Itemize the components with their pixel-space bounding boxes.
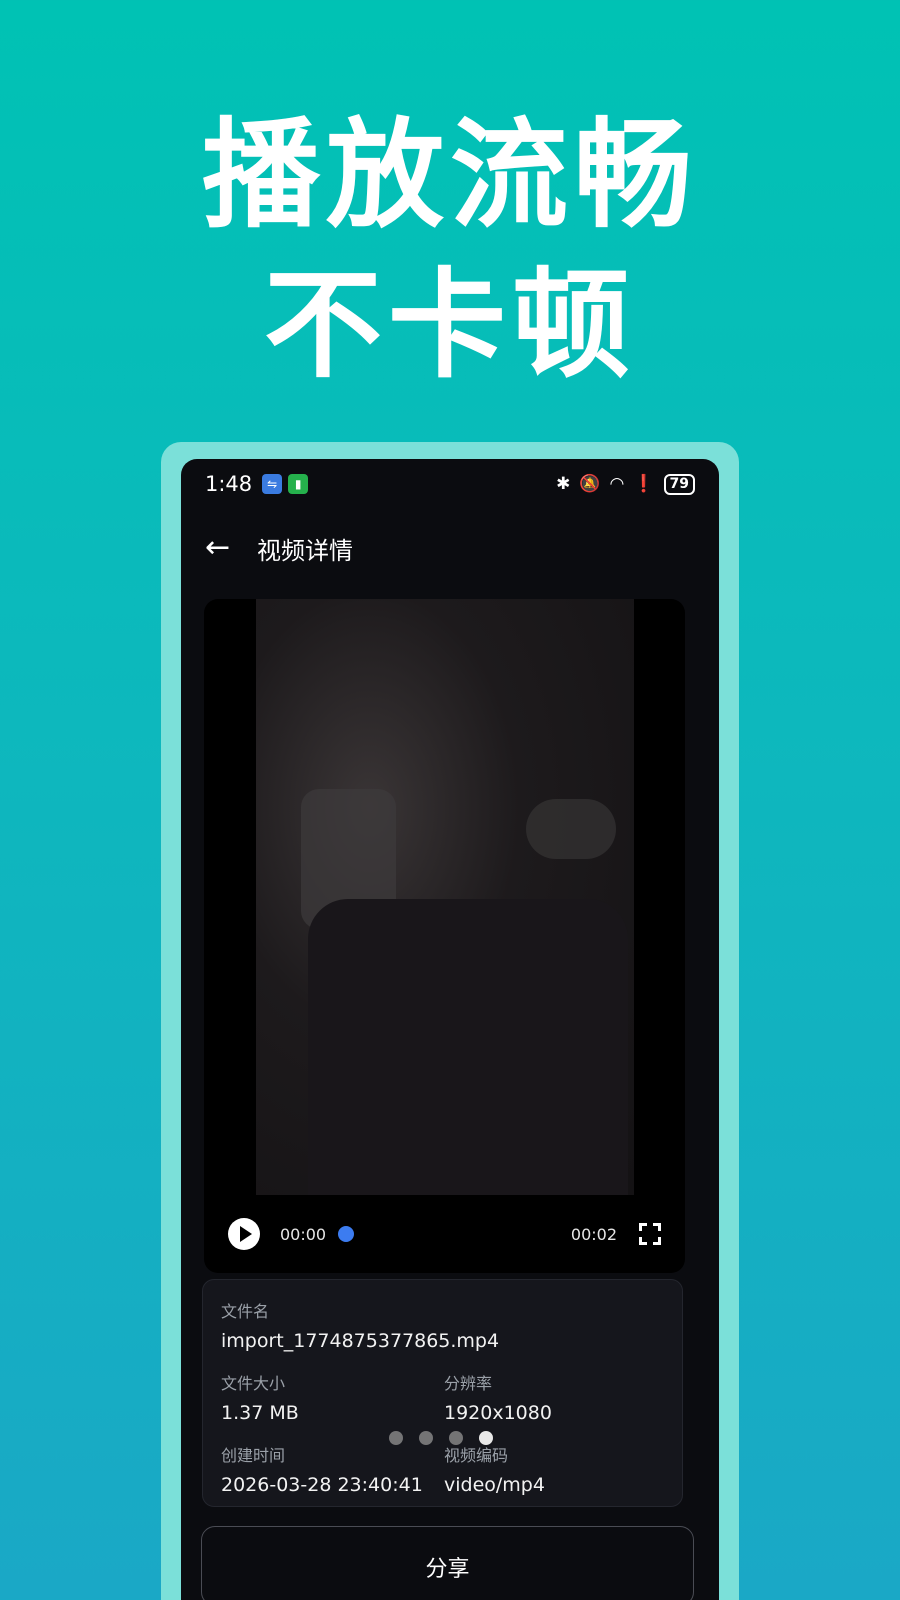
page-dot[interactable] [479,1431,493,1445]
video-frame[interactable] [256,599,634,1195]
headline-line-2: 不卡顿 [263,256,636,394]
filename-value: import_1774875377865.mp4 [221,1330,500,1352]
codec-value: video/mp4 [444,1474,545,1496]
size-value: 1.37 MB [221,1402,299,1424]
size-label: 文件大小 [221,1374,286,1393]
battery-indicator: 79 [663,473,695,495]
video-content [308,899,628,1195]
resolution-label: 分辨率 [444,1374,493,1393]
seek-thumb[interactable] [338,1226,355,1242]
phone-screen: 1:48 ⇋ ▮ ✱ 🔕 ◠ ❗ 79 ← 视频详情 00:00 00:02 文… [181,459,719,1600]
codec-field: 视频编码 video/mp4 [444,1442,684,1496]
filename-label: 文件名 [221,1302,270,1321]
video-player[interactable]: 00:00 00:02 [204,599,685,1273]
share-button[interactable]: 分享 [201,1526,694,1600]
seek-track [338,1233,559,1235]
fullscreen-corner [639,1237,647,1245]
headline: 播放流畅 不卡顿 [0,100,900,400]
top-app-bar: ← 视频详情 [181,523,719,573]
player-controls: 00:00 00:02 [204,1209,685,1259]
created-field: 创建时间 2026-03-28 23:40:41 [221,1442,444,1496]
size-field: 文件大小 1.37 MB [221,1370,444,1424]
wifi-icon: ◠ [609,474,625,494]
headline-line-1: 播放流畅 [201,106,698,244]
mute-icon: 🔕 [579,474,601,494]
back-arrow-icon[interactable]: ← [205,533,245,563]
seek-bar[interactable] [338,1224,559,1244]
created-label: 创建时间 [221,1446,286,1465]
page-dot[interactable] [389,1431,403,1445]
total-time: 00:02 [570,1224,617,1244]
battery-saver-icon: ▮ [288,474,309,494]
status-icons: ✱ 🔕 ◠ ❗ 79 [556,473,695,495]
fullscreen-corner [653,1237,661,1245]
current-time: 00:00 [280,1224,327,1244]
fullscreen-corner [653,1223,661,1231]
resolution-value: 1920x1080 [444,1402,552,1424]
status-time: 1:48 [205,472,253,496]
play-icon [239,1226,252,1242]
page-indicator [389,1431,493,1445]
file-info-card: 文件名 import_1774875377865.mp4 文件大小 1.37 M… [202,1279,683,1507]
page-dot[interactable] [419,1431,433,1445]
fullscreen-icon[interactable] [639,1223,661,1245]
video-content [526,799,616,859]
play-button[interactable] [228,1218,260,1250]
created-value: 2026-03-28 23:40:41 [221,1474,423,1496]
page-dot[interactable] [449,1431,463,1445]
usb-icon: ⇋ [262,474,283,494]
codec-label: 视频编码 [444,1446,509,1465]
resolution-field: 分辨率 1920x1080 [444,1370,684,1424]
status-bar: 1:48 ⇋ ▮ ✱ 🔕 ◠ ❗ 79 [181,459,719,509]
bluetooth-icon: ✱ [556,474,571,494]
fullscreen-corner [639,1223,647,1231]
alert-icon: ❗ [633,474,655,494]
page-title: 视频详情 [257,536,353,565]
